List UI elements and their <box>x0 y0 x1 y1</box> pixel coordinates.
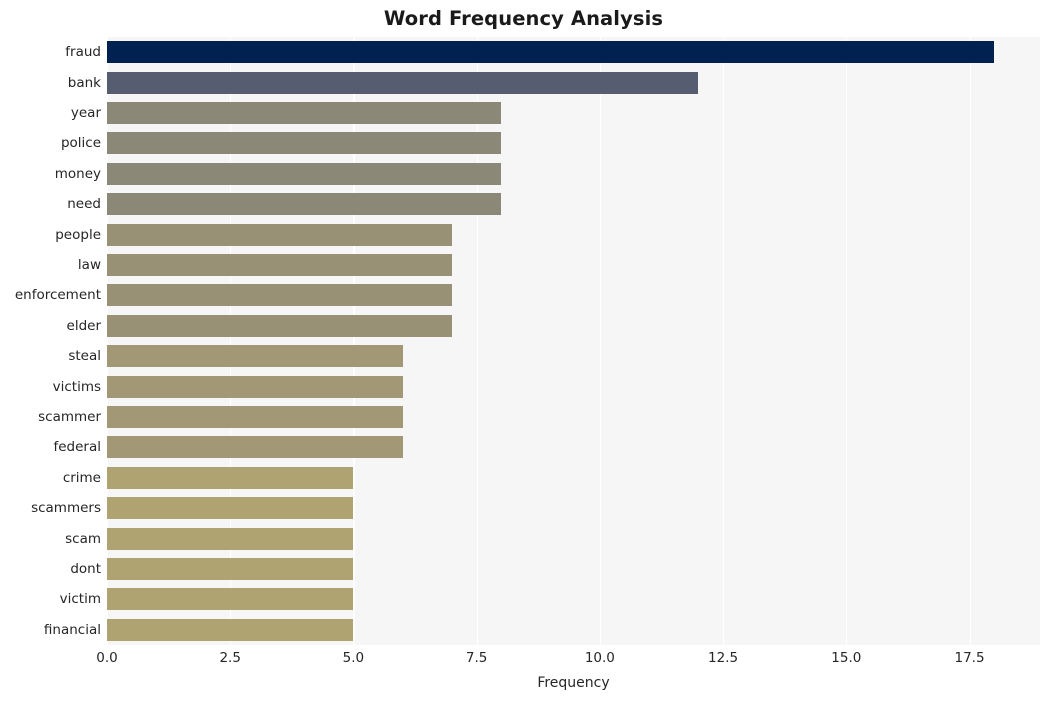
y-tick-label-money: money <box>54 165 101 182</box>
x-tick-label-10.0: 10.0 <box>584 650 615 666</box>
y-tick-label-victims: victims <box>52 378 101 395</box>
y-axis-tick-labels: fraud bank year police money need people law enf… <box>0 37 101 645</box>
bar-people[interactable] <box>107 223 452 246</box>
y-tick-label-dont: dont <box>70 561 101 577</box>
x-tick-label-7.5: 7.5 <box>465 650 488 666</box>
x-tick-label-15.0: 15.0 <box>831 650 862 666</box>
y-tick-label-need: need <box>67 196 101 213</box>
x-tick-label-12.5: 12.5 <box>708 650 739 666</box>
bar-need[interactable] <box>107 193 502 216</box>
bar-year[interactable] <box>107 102 502 124</box>
figure-canvas: Word Frequency Analysis fraud bank year pol… <box>0 0 1047 701</box>
y-tick-label-enforcement: enforcement <box>14 287 101 304</box>
x-axis-title: Frequency <box>537 675 610 691</box>
bar-law[interactable] <box>107 254 452 276</box>
bar-scammers[interactable] <box>107 497 354 520</box>
bar-victim[interactable] <box>107 588 354 611</box>
bar-scammer[interactable] <box>107 406 403 428</box>
bar-fraud[interactable] <box>107 41 995 64</box>
plot-area <box>107 37 1040 645</box>
y-tick-label-financial: financial <box>43 621 101 638</box>
x-axis-tick-labels: 0.0 2.5 5.0 7.5 10.0 12.5 15.0 17.5 <box>0 650 1047 672</box>
chart-title: Word Frequency Analysis <box>383 7 664 30</box>
bar-federal[interactable] <box>107 436 403 459</box>
x-tick-label-17.5: 17.5 <box>954 650 985 666</box>
x-tick-label-2.5: 2.5 <box>219 650 241 666</box>
bar-dont[interactable] <box>107 558 354 580</box>
bar-scam[interactable] <box>107 527 354 550</box>
bar-elder[interactable] <box>107 314 452 337</box>
y-tick-label-year: year <box>70 105 101 121</box>
y-tick-label-victim: victim <box>59 591 101 608</box>
bar-police[interactable] <box>107 132 502 155</box>
y-tick-label-crime: crime <box>62 469 101 486</box>
y-tick-label-scammer: scammer <box>38 409 101 425</box>
bar-enforcement[interactable] <box>107 284 452 307</box>
y-tick-label-police: police <box>60 135 101 152</box>
bar-money[interactable] <box>107 162 502 185</box>
bar-financial[interactable] <box>107 618 354 641</box>
bar-steal[interactable] <box>107 345 403 368</box>
y-tick-label-steal: steal <box>68 348 101 365</box>
y-tick-label-bank: bank <box>67 74 101 91</box>
bar-crime[interactable] <box>107 466 354 489</box>
y-tick-label-scammers: scammers <box>31 500 101 517</box>
x-tick-label-5.0: 5.0 <box>342 650 365 666</box>
y-tick-label-people: people <box>55 226 101 243</box>
y-tick-label-elder: elder <box>66 317 101 334</box>
x-tick-label-0.0: 0.0 <box>96 650 118 666</box>
y-tick-label-federal: federal <box>53 439 101 456</box>
bar-victims[interactable] <box>107 375 403 398</box>
y-tick-label-law: law <box>77 257 101 273</box>
bar-bank[interactable] <box>107 71 699 94</box>
y-tick-label-scam: scam <box>65 530 101 547</box>
bar-series <box>107 37 1040 645</box>
y-tick-label-fraud: fraud <box>65 44 101 61</box>
